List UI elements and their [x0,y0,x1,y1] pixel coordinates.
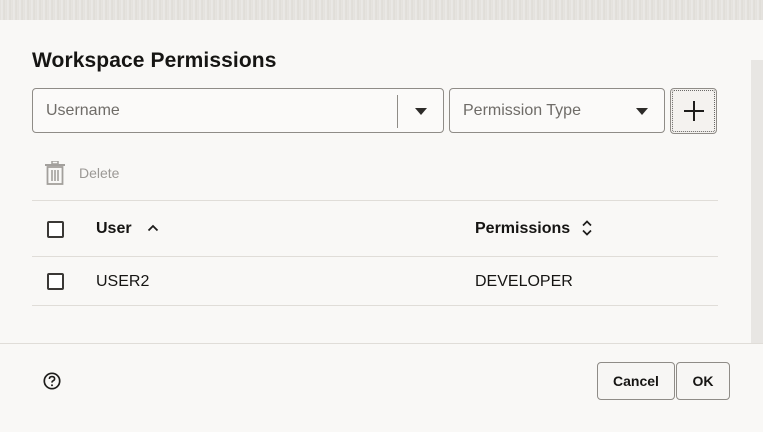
cancel-button[interactable]: Cancel [597,362,675,400]
help-button[interactable] [43,372,61,390]
row-user-cell: USER2 [96,273,150,290]
question-circle-icon [43,372,61,390]
table-header-divider [32,256,718,257]
permission-type-select[interactable]: Permission Type [449,88,665,133]
row-permission-cell: DEVELOPER [475,273,573,290]
caret-down-icon [636,108,648,115]
caret-down-icon[interactable] [415,108,427,115]
permission-type-placeholder: Permission Type [463,102,581,119]
background-page-strip [0,0,763,20]
chevron-up-icon [147,224,159,232]
vertical-scrollbar[interactable] [751,60,763,343]
column-header-user-label: User [96,220,132,237]
dialog-title: Workspace Permissions [32,49,277,72]
select-all-checkbox[interactable] [47,221,64,238]
plus-icon [684,101,704,121]
workspace-permissions-dialog: Workspace Permissions Username Permissio… [0,20,763,432]
select-divider [397,95,398,128]
column-header-permissions-label: Permissions [475,220,571,237]
table-bottom-divider [32,305,718,306]
delete-label: Delete [79,165,120,181]
footer-divider [0,343,763,344]
username-select[interactable]: Username [32,88,444,133]
username-placeholder: Username [46,102,120,119]
add-permission-button[interactable] [670,88,717,134]
row-checkbox[interactable] [47,273,64,290]
sort-updown-icon [582,220,592,236]
trash-icon [45,161,65,185]
table-top-divider [32,200,718,201]
ok-button[interactable]: OK [676,362,730,400]
